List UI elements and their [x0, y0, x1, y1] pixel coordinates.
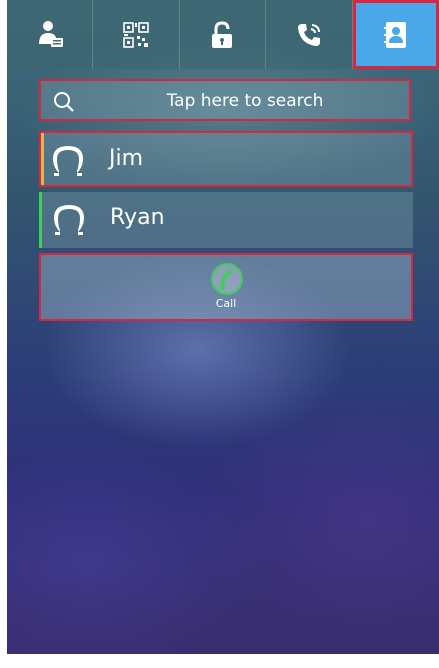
contact-name: Jim	[109, 146, 144, 171]
search-bar[interactable]: Tap here to search	[39, 79, 411, 121]
phone-icon	[209, 261, 245, 301]
contact-row-jim[interactable]: Jim	[39, 131, 413, 187]
tab-address-book[interactable]	[352, 0, 439, 69]
contact-name: Ryan	[110, 205, 165, 230]
screen: Tap here to search Jim Ryan Call	[7, 0, 439, 654]
contact-avatar-icon	[51, 143, 85, 183]
contact-avatar-icon	[52, 202, 86, 242]
contacts-person-icon	[35, 20, 65, 50]
search-placeholder: Tap here to search	[166, 91, 324, 111]
tab-qr-code[interactable]	[93, 0, 180, 69]
tab-contacts[interactable]	[7, 0, 94, 69]
tab-call[interactable]	[266, 0, 353, 69]
call-button[interactable]: Call	[39, 253, 413, 321]
top-tab-bar	[7, 0, 439, 69]
phone-call-icon	[295, 21, 323, 49]
address-book-icon	[383, 21, 409, 49]
call-label: Call	[215, 297, 237, 310]
contact-row-ryan[interactable]: Ryan	[39, 192, 413, 248]
qr-code-icon	[122, 21, 150, 49]
tab-unlock[interactable]	[180, 0, 267, 69]
unlock-icon	[210, 20, 234, 49]
